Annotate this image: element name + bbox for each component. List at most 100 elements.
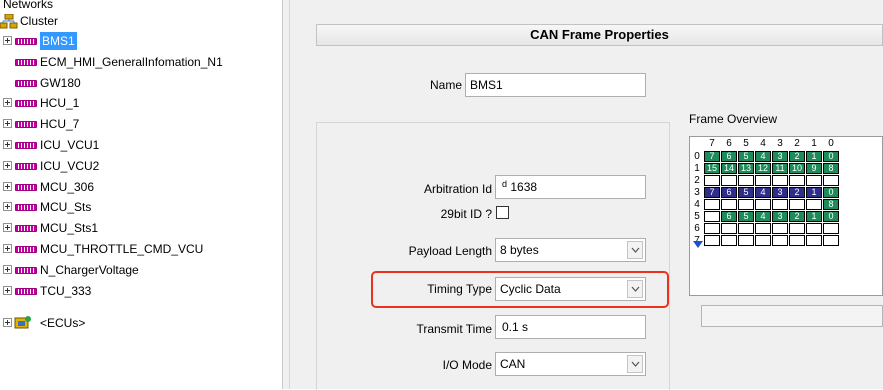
tree-root[interactable]: Networks bbox=[3, 0, 53, 12]
expand-icon[interactable] bbox=[3, 98, 12, 108]
bit-cell[interactable]: 11 bbox=[772, 163, 788, 174]
bit-cell[interactable] bbox=[704, 175, 720, 186]
arbitration-id-field[interactable]: d 1638 bbox=[495, 175, 646, 199]
bit-cell[interactable] bbox=[789, 223, 805, 234]
bit-cell[interactable] bbox=[704, 235, 720, 246]
expand-icon[interactable] bbox=[3, 318, 12, 327]
bit-cell[interactable] bbox=[823, 175, 839, 186]
bit-cell[interactable]: 15 bbox=[704, 163, 720, 174]
bit-cell[interactable] bbox=[806, 235, 822, 246]
bit-cell[interactable]: 3 bbox=[772, 211, 788, 222]
bit-cell[interactable]: 3 bbox=[772, 187, 788, 198]
bit-cell[interactable] bbox=[806, 175, 822, 186]
bit-cell[interactable]: 1 bbox=[806, 211, 822, 222]
bit-cell[interactable]: 5 bbox=[738, 211, 754, 222]
transmit-time-field[interactable]: 0.1 s bbox=[495, 315, 646, 339]
bit-cell[interactable]: 4 bbox=[755, 211, 771, 222]
bit-header: 3 bbox=[777, 138, 783, 149]
bit-cell[interactable] bbox=[755, 235, 771, 246]
bit-cell[interactable] bbox=[738, 175, 754, 186]
tree-item-label: GW180 bbox=[40, 75, 81, 90]
bit-cell[interactable] bbox=[738, 223, 754, 234]
bit-cell[interactable]: 2 bbox=[789, 211, 805, 222]
bit-header: 5 bbox=[743, 138, 749, 149]
byte-row-number: 5 bbox=[694, 211, 700, 222]
chevron-down-icon[interactable] bbox=[627, 241, 643, 259]
bit-cell[interactable] bbox=[755, 199, 771, 210]
expand-icon[interactable] bbox=[3, 202, 12, 212]
bit-cell[interactable]: 14 bbox=[721, 163, 737, 174]
bit-cell[interactable] bbox=[772, 223, 788, 234]
bit-cell[interactable]: 1 bbox=[806, 151, 822, 162]
bit-cell[interactable] bbox=[772, 235, 788, 246]
expand-icon[interactable] bbox=[3, 181, 12, 191]
byte-row-number: 4 bbox=[694, 199, 700, 210]
bit-cell[interactable]: 5 bbox=[738, 187, 754, 198]
bit-cell[interactable] bbox=[755, 175, 771, 186]
ecu-icon bbox=[14, 315, 32, 331]
bit-cell[interactable] bbox=[789, 235, 805, 246]
bit-cell[interactable]: 2 bbox=[789, 187, 805, 198]
bit-cell[interactable]: 4 bbox=[755, 151, 771, 162]
bit-cell[interactable] bbox=[721, 223, 737, 234]
bit-cell[interactable] bbox=[789, 199, 805, 210]
bit-cell[interactable] bbox=[823, 223, 839, 234]
bit-cell[interactable] bbox=[721, 199, 737, 210]
bit-cell[interactable]: 1 bbox=[806, 187, 822, 198]
bit-cell[interactable] bbox=[738, 199, 754, 210]
bit-cell[interactable]: 8 bbox=[823, 163, 839, 174]
down-arrow-icon[interactable] bbox=[693, 241, 703, 248]
bit-cell[interactable]: 9 bbox=[806, 163, 822, 174]
ext-id-label: 29bit ID ? bbox=[440, 207, 492, 221]
bit-cell[interactable]: 8 bbox=[823, 199, 839, 210]
expand-icon[interactable] bbox=[3, 160, 12, 170]
bit-cell[interactable] bbox=[738, 235, 754, 246]
bit-cell[interactable] bbox=[721, 175, 737, 186]
bit-cell[interactable] bbox=[704, 211, 720, 222]
bit-cell[interactable] bbox=[772, 175, 788, 186]
io-mode-select[interactable]: CAN bbox=[495, 352, 646, 376]
chevron-down-icon[interactable] bbox=[627, 355, 643, 373]
bit-cell[interactable] bbox=[704, 199, 720, 210]
bit-cell[interactable]: 0 bbox=[823, 151, 839, 162]
bit-cell[interactable]: 7 bbox=[704, 187, 720, 198]
bit-cell[interactable]: 6 bbox=[721, 187, 737, 198]
bit-cell[interactable] bbox=[806, 199, 822, 210]
bit-cell[interactable]: 0 bbox=[823, 211, 839, 222]
can-frame-icon bbox=[15, 246, 37, 253]
name-field[interactable]: BMS1 bbox=[465, 73, 646, 97]
network-tree[interactable]: Networks Cluster BMS1 ECM_HMI_GeneralInfo… bbox=[0, 0, 282, 389]
bit-cell[interactable] bbox=[806, 223, 822, 234]
expand-icon[interactable] bbox=[3, 244, 12, 253]
bit-cell[interactable]: 7 bbox=[704, 151, 720, 162]
expand-icon[interactable] bbox=[3, 285, 12, 295]
ext-id-checkbox[interactable] bbox=[496, 206, 509, 219]
bit-cell[interactable] bbox=[755, 223, 771, 234]
byte-row-number: 3 bbox=[694, 187, 700, 198]
bit-cell[interactable] bbox=[823, 235, 839, 246]
bit-cell[interactable] bbox=[789, 175, 805, 186]
bit-cell[interactable] bbox=[772, 199, 788, 210]
expand-icon[interactable] bbox=[3, 140, 12, 149]
bit-cell[interactable]: 13 bbox=[738, 163, 754, 174]
payload-length-select[interactable]: 8 bytes bbox=[495, 238, 646, 262]
expand-icon[interactable] bbox=[3, 119, 12, 129]
bit-cell[interactable]: 3 bbox=[772, 151, 788, 162]
bit-cell[interactable]: 4 bbox=[755, 187, 771, 198]
bit-cell[interactable] bbox=[721, 235, 737, 246]
expand-icon[interactable] bbox=[3, 36, 12, 45]
can-frame-icon bbox=[15, 266, 37, 274]
payload-length-label: Payload Length bbox=[408, 244, 492, 258]
expand-icon[interactable] bbox=[3, 264, 12, 274]
bit-cell[interactable]: 5 bbox=[738, 151, 754, 162]
tree-item-label: ECM_HMI_GeneralInfomation_N1 bbox=[40, 54, 223, 69]
expand-icon[interactable] bbox=[3, 223, 12, 233]
bit-cell[interactable] bbox=[704, 223, 720, 234]
bit-cell[interactable]: 6 bbox=[721, 151, 737, 162]
transmit-time-label: Transmit Time bbox=[416, 322, 492, 336]
bit-cell[interactable]: 2 bbox=[789, 151, 805, 162]
bit-cell[interactable]: 6 bbox=[721, 211, 737, 222]
bit-cell[interactable]: 10 bbox=[789, 163, 805, 174]
bit-cell[interactable]: 12 bbox=[755, 163, 771, 174]
bit-cell[interactable]: 0 bbox=[823, 187, 839, 198]
